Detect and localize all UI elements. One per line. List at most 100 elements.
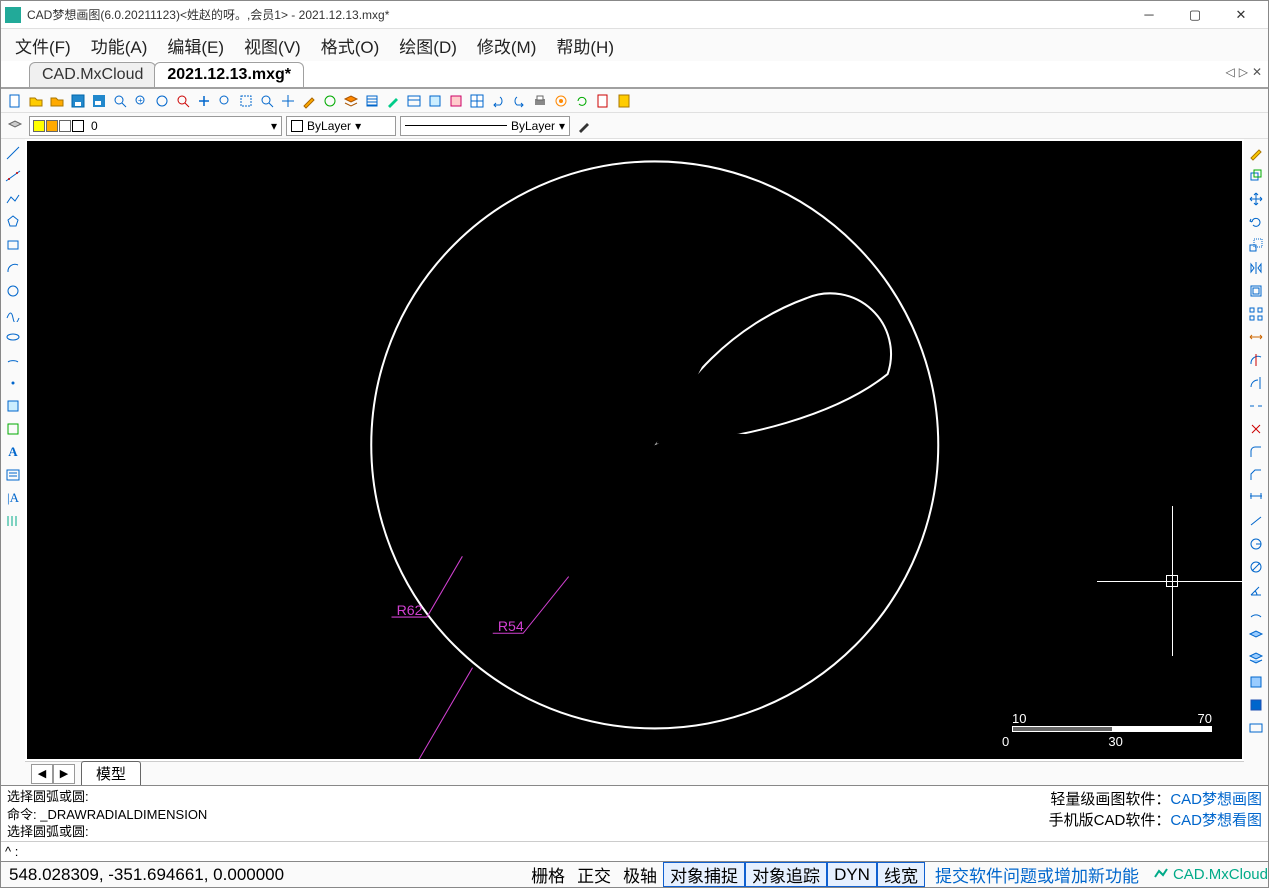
table-icon[interactable] (404, 91, 424, 111)
dim-radius-icon[interactable] (1246, 534, 1266, 554)
cursor-icon[interactable] (278, 91, 298, 111)
print-icon[interactable] (530, 91, 550, 111)
layers4-icon[interactable] (1246, 672, 1266, 692)
pan-icon[interactable] (194, 91, 214, 111)
dimension-text-icon[interactable]: |A (3, 488, 23, 508)
break-icon[interactable] (1246, 396, 1266, 416)
zoom-window-icon[interactable] (110, 91, 130, 111)
line-icon[interactable] (3, 143, 23, 163)
redo-icon[interactable] (509, 91, 529, 111)
tab-prev-icon[interactable]: ◁ (1225, 65, 1234, 79)
open-file-icon[interactable] (26, 91, 46, 111)
layer-selector[interactable]: 0 ▾ (29, 116, 282, 136)
command-input-row[interactable]: ^ : (1, 841, 1268, 861)
explode-icon[interactable] (1246, 419, 1266, 439)
toggle-dyn[interactable]: DYN (827, 862, 877, 887)
dim-linear-icon[interactable] (1246, 488, 1266, 508)
toggle-lineweight[interactable]: 线宽 (877, 862, 925, 887)
dim-arc-icon[interactable] (1246, 603, 1266, 623)
erase-icon[interactable] (1246, 143, 1266, 163)
layer-manager-icon[interactable] (5, 116, 25, 136)
help-icon[interactable] (614, 91, 634, 111)
spline-icon[interactable] (3, 304, 23, 324)
layers2-icon[interactable] (1246, 626, 1266, 646)
arc-icon[interactable] (3, 258, 23, 278)
polyline-icon[interactable] (3, 189, 23, 209)
layers-icon[interactable] (341, 91, 361, 111)
insert-block-icon[interactable] (3, 396, 23, 416)
rotate-icon[interactable] (1246, 212, 1266, 232)
zoom-previous-icon[interactable] (173, 91, 193, 111)
brush-icon[interactable] (299, 91, 319, 111)
stretch-icon[interactable] (1246, 327, 1266, 347)
toggle-otrack[interactable]: 对象追踪 (745, 862, 827, 887)
new-file-icon[interactable] (5, 91, 25, 111)
tab-next-icon[interactable]: ▷ (1239, 65, 1248, 79)
refresh-icon[interactable] (572, 91, 592, 111)
zoom-extents-icon[interactable] (152, 91, 172, 111)
hatch-tool-icon[interactable] (3, 511, 23, 531)
menu-help[interactable]: 帮助(H) (548, 31, 622, 60)
feedback-link[interactable]: 提交软件问题或增加新功能 (929, 862, 1145, 887)
fillet-icon[interactable] (1246, 442, 1266, 462)
linetype-selector[interactable]: ByLayer ▾ (400, 116, 570, 136)
drawing-canvas[interactable]: R18 R62 R54 Y X (27, 141, 1242, 759)
menu-modify[interactable]: 修改(M) (469, 31, 544, 60)
model-space-tab[interactable]: 模型 (81, 761, 141, 786)
open-folder-icon[interactable] (47, 91, 67, 111)
find-icon[interactable] (257, 91, 277, 111)
tab-nav-next[interactable]: ▶ (53, 764, 75, 784)
insert-icon[interactable] (446, 91, 466, 111)
construction-line-icon[interactable] (3, 166, 23, 186)
regen-icon[interactable] (236, 91, 256, 111)
settings-icon[interactable] (551, 91, 571, 111)
array-icon[interactable] (1246, 304, 1266, 324)
layers3-icon[interactable] (1246, 649, 1266, 669)
menu-file[interactable]: 文件(F) (7, 31, 79, 60)
block-icon[interactable] (425, 91, 445, 111)
paint-icon[interactable] (383, 91, 403, 111)
save-icon[interactable] (68, 91, 88, 111)
layers5-icon[interactable] (1246, 695, 1266, 715)
toggle-ortho[interactable]: 正交 (571, 862, 617, 887)
match-properties-icon[interactable] (574, 116, 594, 136)
doc-tab-current[interactable]: 2021.12.13.mxg* (154, 62, 304, 87)
toggle-grid[interactable]: 栅格 (525, 862, 571, 887)
mtext-icon[interactable] (3, 465, 23, 485)
ellipse-arc-icon[interactable] (3, 350, 23, 370)
menu-edit[interactable]: 编辑(E) (159, 31, 232, 60)
offset-icon[interactable] (1246, 281, 1266, 301)
spreadsheet-icon[interactable] (467, 91, 487, 111)
menu-draw[interactable]: 绘图(D) (391, 31, 465, 60)
toggle-polar[interactable]: 极轴 (617, 862, 663, 887)
dim-aligned-icon[interactable] (1246, 511, 1266, 531)
chamfer-icon[interactable] (1246, 465, 1266, 485)
tab-close-icon[interactable]: ✕ (1252, 65, 1262, 79)
close-button[interactable]: ✕ (1218, 1, 1264, 29)
color-selector[interactable]: ByLayer ▾ (286, 116, 396, 136)
scale-icon[interactable] (1246, 235, 1266, 255)
zoom-realtime-icon[interactable] (215, 91, 235, 111)
copy-icon[interactable] (1246, 166, 1266, 186)
menu-function[interactable]: 功能(A) (83, 31, 156, 60)
extend-icon[interactable] (1246, 373, 1266, 393)
circle-icon[interactable] (3, 281, 23, 301)
dim-diameter-icon[interactable] (1246, 557, 1266, 577)
make-block-icon[interactable] (3, 419, 23, 439)
minimize-button[interactable]: ─ (1126, 1, 1172, 29)
save-as-icon[interactable] (89, 91, 109, 111)
tab-nav-prev[interactable]: ◀ (31, 764, 53, 784)
move-icon[interactable] (1246, 189, 1266, 209)
properties-icon[interactable] (320, 91, 340, 111)
toggle-osnap[interactable]: 对象捕捉 (663, 862, 745, 887)
undo-icon[interactable] (488, 91, 508, 111)
hatch-icon[interactable] (362, 91, 382, 111)
text-icon[interactable]: A (3, 442, 23, 462)
doc-tab-cloud[interactable]: CAD.MxCloud (29, 62, 156, 87)
mirror-icon[interactable] (1246, 258, 1266, 278)
ellipse-icon[interactable] (3, 327, 23, 347)
zoom-in-icon[interactable]: + (131, 91, 151, 111)
promo-link-draw[interactable]: CAD梦想画图 (1170, 791, 1262, 808)
rectangle-icon[interactable] (3, 235, 23, 255)
dim-angular-icon[interactable] (1246, 580, 1266, 600)
